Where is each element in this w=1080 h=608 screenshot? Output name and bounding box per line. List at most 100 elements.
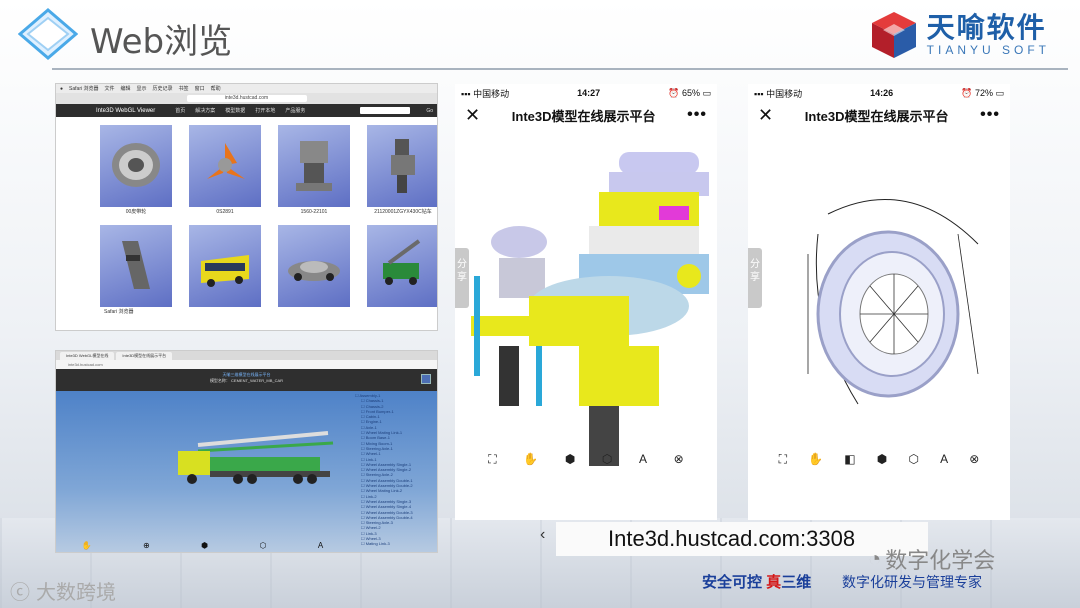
chrome-viewer-screenshot: Inte3D WebGL模型在线 Inte3D模型在线展示平台 inte3d.h… — [55, 350, 438, 553]
annotation-icon[interactable]: A — [639, 452, 647, 467]
share-tab[interactable]: 分享 — [455, 248, 469, 308]
phone-screenshot-gearbox: ▪▪▪ 中国移动 14:27 ⏰ 65% ▭ ✕ Inte3D模型在线展示平台 … — [455, 84, 717, 520]
model-tile — [189, 225, 261, 317]
web-logo-icon — [17, 8, 79, 60]
model-tile: 0S2891 — [189, 125, 261, 217]
phone-toolbar: ⛶ ✋ ⬢ ⬡ A ⊗ — [455, 452, 717, 467]
more-icon[interactable]: ••• — [980, 106, 1000, 124]
site-nav-item: 模型数据 — [225, 108, 246, 114]
header-divider — [52, 68, 1068, 70]
annotation-icon[interactable]: A — [940, 452, 948, 467]
menu-item: Safari 浏览器 — [69, 86, 99, 92]
site-nav: Inte3D WebGL Viewer 首页 解决方案 模型数据 打开本地 产品… — [56, 104, 437, 117]
site-nav-item: 解决方案 — [195, 108, 216, 114]
model-thumbnail — [189, 125, 261, 207]
site-name: Inte3D WebGL Viewer — [96, 107, 156, 114]
model-caption: 21120001ZGYX430C钻车 — [374, 209, 432, 215]
browser-url: inte3d.hustcad.com — [56, 360, 437, 369]
back-arrow-icon[interactable]: ‹ — [540, 526, 545, 544]
section-icon[interactable]: ⊗ — [674, 452, 684, 467]
wechat-icon: ◔ — [868, 546, 882, 571]
wireframe-tool-icon: ⬡ — [259, 541, 267, 550]
viewer-model-name: 模型名称： CEMENT_WATER_MB_CAR — [209, 378, 284, 383]
slogan-sub: 数字化研发与管理专家 — [842, 574, 982, 590]
signal-icon: ▪▪▪ — [754, 88, 764, 99]
menu-item: 窗口 — [194, 86, 205, 92]
menu-item: 文件 — [104, 86, 115, 92]
share-tab[interactable]: 分享 — [748, 248, 762, 308]
pan-icon[interactable]: ✋ — [523, 452, 538, 467]
truck-model — [178, 431, 334, 484]
more-icon[interactable]: ••• — [687, 106, 707, 124]
wireframe-icon[interactable]: ⬡ — [602, 452, 612, 467]
model-caption: 00皮带轮 — [125, 209, 147, 215]
model-thumbnail — [278, 125, 350, 207]
clutch-model — [807, 198, 979, 405]
model-tile: Safari 浏览器 — [100, 225, 172, 317]
slogan-red: 真 — [766, 574, 782, 591]
alarm-icon: ⏰ — [668, 87, 680, 98]
model-tile — [367, 225, 437, 317]
watermark-logo-icon: ⓒ — [10, 582, 30, 604]
menu-item: 书签 — [178, 86, 189, 92]
model-thumbnail — [100, 225, 172, 307]
model-tile: 00皮带轮 — [100, 125, 172, 217]
cube-logo-icon — [869, 10, 919, 60]
watermark-left-text: 大数跨境 — [36, 582, 116, 604]
model-grid: 00皮带轮 0S2891 1560-22101 21120001ZGYX430C… — [56, 117, 437, 317]
menu-item: 编辑 — [120, 86, 131, 92]
browser-tab: Inte3D模型在线展示平台 — [116, 352, 173, 360]
model-caption: 1560-22101 — [300, 209, 328, 215]
carrier: 中国移动 — [473, 88, 510, 99]
solid-icon[interactable]: ⬢ — [565, 452, 575, 467]
model-thumbnail — [100, 125, 172, 207]
mac-menubar: ● Safari 浏览器 文件 编辑 显示 历史记录 书签 窗口 帮助 — [56, 84, 437, 93]
watermark-right-text: 数字化学会 — [885, 548, 996, 573]
battery-level: 72% — [974, 87, 993, 98]
page-nav: ✕ Inte3D模型在线展示平台 ••• — [748, 102, 1010, 128]
site-nav-item: 打开本地 — [255, 108, 276, 114]
menu-item: 显示 — [136, 86, 147, 92]
model-tile — [278, 225, 350, 317]
model-caption: Safari 浏览器 — [104, 309, 134, 315]
model-tile: 1560-22101 — [278, 125, 350, 217]
menu-item: 帮助 — [210, 86, 221, 92]
site-search-button: Go — [426, 107, 433, 114]
model-caption — [189, 307, 261, 317]
watermark-right: ◔ 数字化学会 — [868, 543, 995, 575]
solid-tool-icon: ⬢ — [201, 541, 209, 550]
battery-icon: ▭ — [995, 87, 1004, 98]
gearbox-model — [471, 152, 709, 466]
model-caption: 0S2891 — [216, 209, 234, 215]
pan-icon[interactable]: ✋ — [808, 452, 823, 467]
safari-screenshot: ● Safari 浏览器 文件 编辑 显示 历史记录 书签 窗口 帮助 inte… — [55, 83, 438, 331]
address-url: inte3d.hustcad.com — [186, 95, 307, 102]
fit-view-icon[interactable]: ⛶ — [488, 452, 496, 467]
viewer-header: 天喻三维模型在线展示平台 模型名称： CEMENT_WATER_MB_CAR — [56, 369, 437, 391]
model-thumbnail — [189, 225, 261, 307]
watermark-left: ⓒ 大数跨境 — [10, 576, 116, 605]
browser-tab: Inte3D WebGL模型在线 — [60, 352, 115, 360]
clock: 14:27 — [577, 88, 601, 98]
fit-view-icon[interactable]: ⛶ — [779, 452, 787, 467]
phone-screenshot-drawing: ▪▪▪ 中国移动 14:26 ⏰ 72% ▭ ✕ Inte3D模型在线展示平台 … — [748, 84, 1010, 520]
battery-level: 65% — [681, 87, 700, 98]
solid-icon[interactable]: ⬢ — [877, 452, 887, 467]
slogan-part-a: 安全可控 — [702, 574, 767, 591]
annotation-tool-icon: A — [317, 541, 324, 550]
brand-logo: 天喻软件 TIANYU SOFT — [869, 10, 1050, 60]
section-icon[interactable]: ⊗ — [969, 452, 979, 467]
model-caption — [278, 307, 350, 317]
model-caption — [367, 307, 437, 317]
close-icon[interactable]: ✕ — [758, 105, 773, 126]
close-icon[interactable]: ✕ — [465, 105, 480, 126]
wireframe-icon[interactable]: ⬡ — [908, 452, 918, 467]
signal-icon: ▪▪▪ — [461, 88, 471, 99]
explode-tool-icon: ⊕ — [143, 541, 150, 550]
tree-item[interactable]: ☐ Link-4 — [355, 547, 433, 548]
viewer-toolbar: ✋ ⊕ ⬢ ⬡ A — [56, 541, 349, 550]
pan-tool-icon: ✋ — [81, 541, 92, 550]
nav-title: Inte3D模型在线展示平台 — [511, 108, 656, 124]
display-mode-icon[interactable]: ◧ — [844, 452, 855, 467]
site-nav-item: 首页 — [175, 108, 186, 114]
